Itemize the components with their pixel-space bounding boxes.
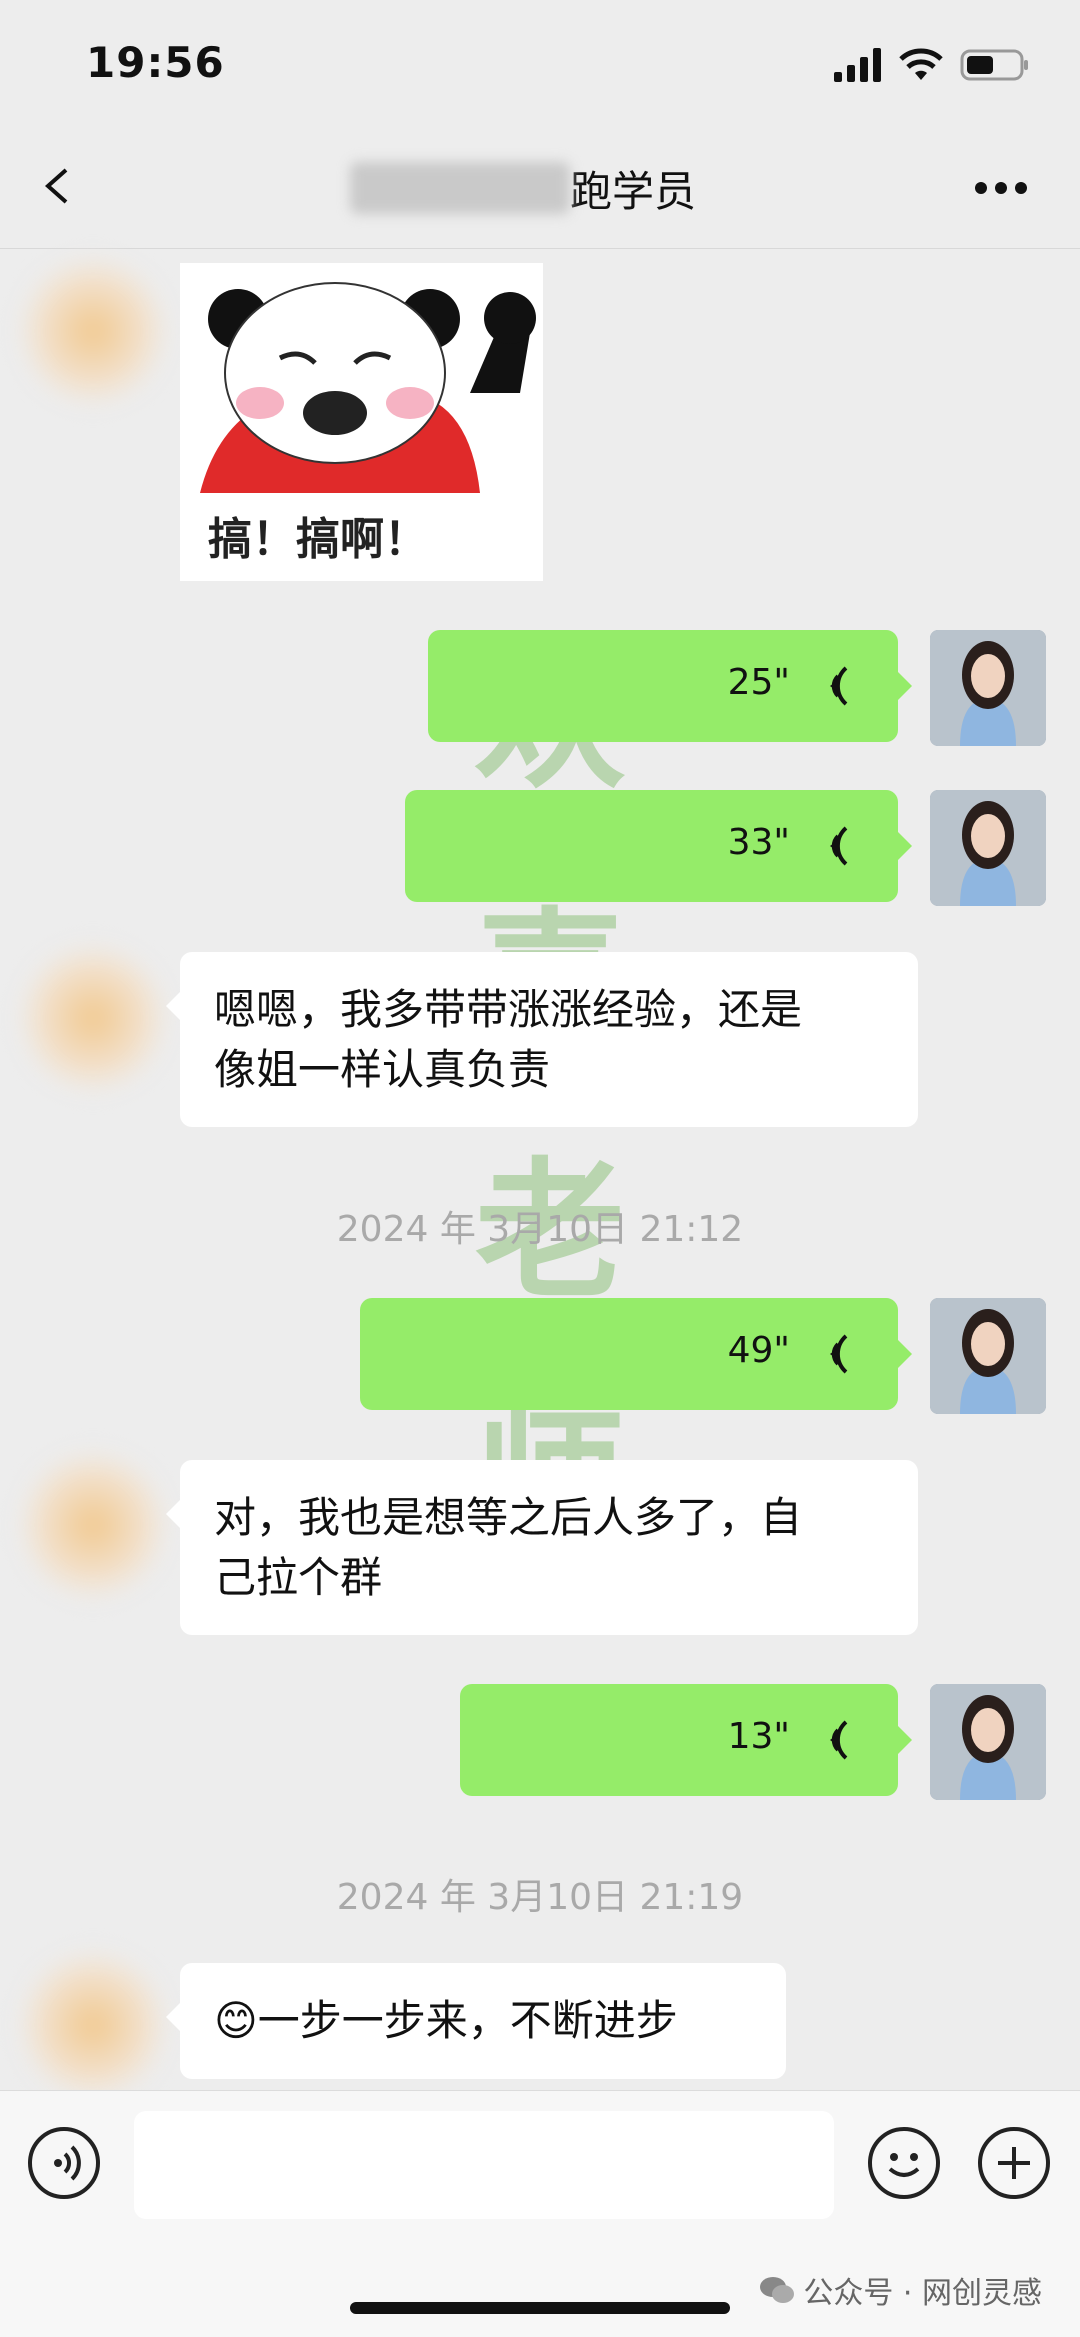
voice-duration: 49" <box>727 1330 790 1371</box>
my-avatar[interactable] <box>930 630 1046 746</box>
avatar-portrait-icon <box>930 630 1046 746</box>
panda-sticker-icon <box>200 282 536 493</box>
avatar[interactable] <box>20 945 166 1091</box>
voice-message[interactable]: 25" <box>428 630 912 742</box>
chat-timestamp: 2024 年 3月10日 21:19 <box>336 1877 744 1918</box>
back-icon[interactable] <box>38 166 78 206</box>
sticker-message[interactable]: 搞！搞啊！ <box>180 263 543 581</box>
account-watermark-text: 公众号 · 网创灵感 <box>803 2276 1042 2311</box>
avatar[interactable] <box>20 1952 166 2098</box>
status-icons <box>834 48 1030 82</box>
voice-message[interactable]: 13" <box>460 1684 912 1796</box>
avatar-portrait-icon <box>930 1684 1046 1800</box>
text-message[interactable]: 嗯嗯，我多带带涨涨经验，还是 像姐一样认真负责 <box>166 952 918 1127</box>
message-line: 己拉个群 <box>214 1553 383 1602</box>
message-input[interactable] <box>134 2111 834 2219</box>
wifi-icon <box>899 48 943 80</box>
avatar-portrait-icon <box>930 1298 1046 1414</box>
avatar-portrait-icon <box>930 790 1046 906</box>
smile-emoji-icon: 😊 <box>214 1996 258 2045</box>
chat-header: 跑学员 <box>0 130 1080 249</box>
voice-wave-icon <box>830 1334 848 1374</box>
account-watermark: 公众号 · 网创灵感 <box>759 2268 1042 2312</box>
more-actions-button[interactable] <box>978 2127 1050 2199</box>
text-message[interactable]: 对，我也是想等之后人多了，自 己拉个群 <box>166 1460 918 1635</box>
wechat-icon <box>760 2277 795 2303</box>
chat-title: 跑学员 <box>350 158 696 218</box>
message-line: 嗯嗯，我多带带涨涨经验，还是 <box>214 985 803 1034</box>
emoji-icon <box>888 2153 920 2177</box>
voice-wave-icon <box>830 826 848 866</box>
voice-duration: 25" <box>727 662 790 703</box>
avatar[interactable] <box>20 1452 166 1598</box>
text-message[interactable]: 😊一步一步来，不断进步 <box>166 1963 786 2079</box>
emoji-button[interactable] <box>868 2127 940 2199</box>
voice-wave-icon <box>830 666 848 706</box>
voice-message[interactable]: 49" <box>360 1298 912 1410</box>
voice-input-button[interactable] <box>28 2127 100 2199</box>
voice-duration: 33" <box>727 822 790 863</box>
home-indicator <box>350 2302 730 2314</box>
blurred-name <box>350 162 570 214</box>
voice-icon <box>54 2145 81 2181</box>
message-line: 对，我也是想等之后人多了，自 <box>214 1493 803 1542</box>
chat-title-text: 跑学员 <box>570 166 697 216</box>
my-avatar[interactable] <box>930 1684 1046 1800</box>
message-line: 一步一步来，不断进步 <box>257 1996 678 2045</box>
avatar[interactable] <box>20 258 166 404</box>
chat-timestamp: 2024 年 3月10日 21:12 <box>336 1209 744 1250</box>
my-avatar[interactable] <box>930 790 1046 906</box>
more-icon[interactable] <box>974 180 1028 196</box>
status-bar: 19:56 <box>0 0 1080 130</box>
voice-wave-icon <box>830 1720 848 1760</box>
my-avatar[interactable] <box>930 1298 1046 1414</box>
battery-icon <box>960 49 1028 81</box>
signal-icon <box>834 48 881 82</box>
status-time: 19:56 <box>86 38 225 87</box>
voice-duration: 13" <box>727 1716 790 1757</box>
plus-icon <box>998 2147 1030 2179</box>
message-line: 像姐一样认真负责 <box>214 1045 551 1094</box>
sticker-caption: 搞！搞啊！ <box>208 514 428 565</box>
voice-message[interactable]: 33" <box>405 790 912 902</box>
